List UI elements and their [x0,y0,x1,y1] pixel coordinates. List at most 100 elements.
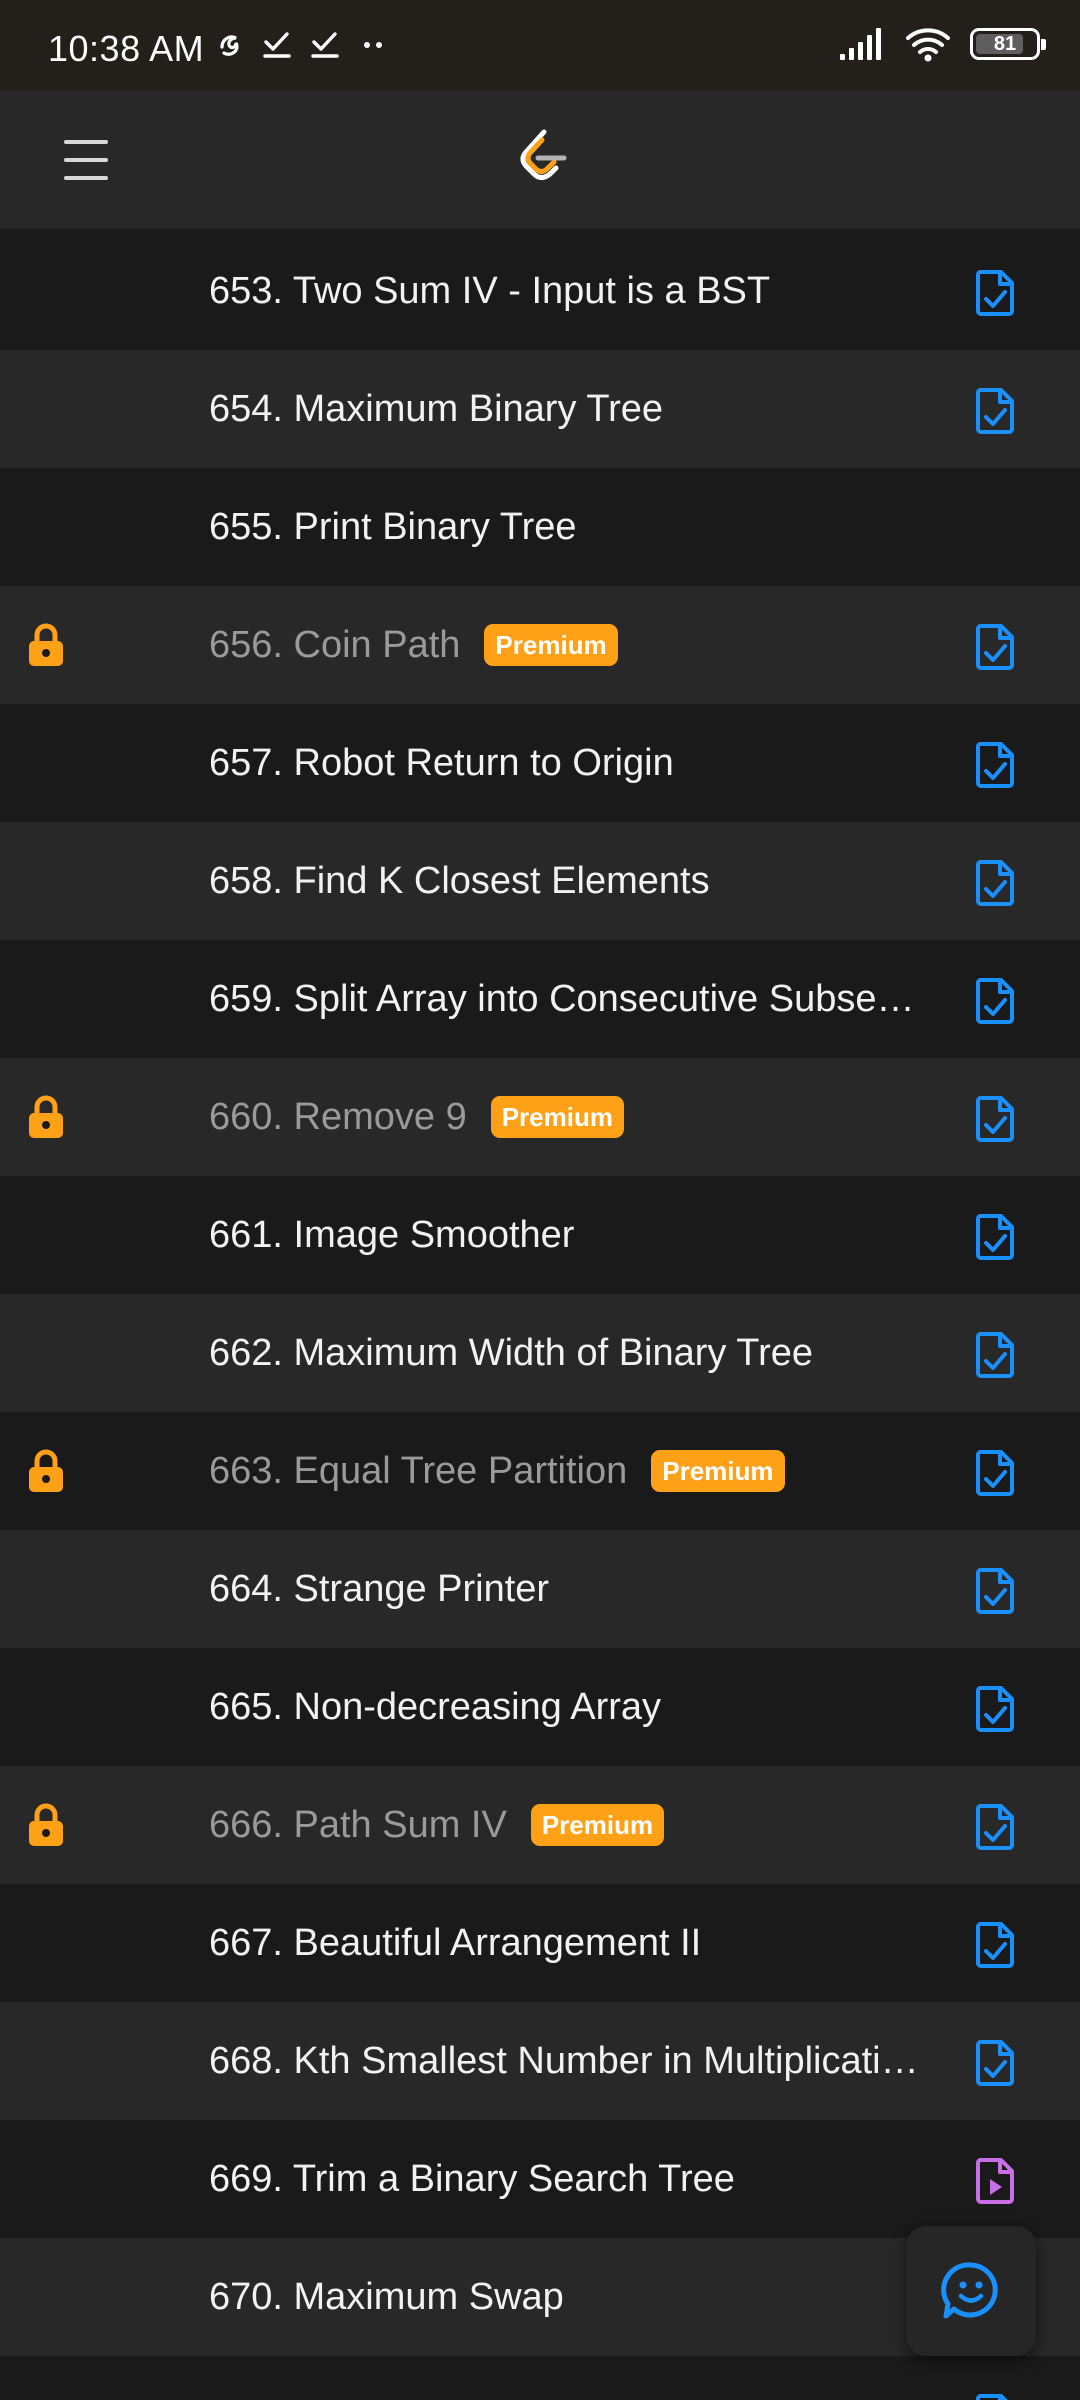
more-dots-icon [364,42,382,48]
check-icon [263,32,291,58]
wifi-icon [906,28,950,62]
premium-badge: Premium [490,1096,624,1138]
problem-title-group: 654. Maximum Binary Tree [209,350,663,468]
app-header [0,90,1080,230]
problem-title-group: 665. Non-decreasing Array [209,1648,661,1766]
notification-icon [220,35,239,56]
problem-title: 666. Path Sum IV [209,1803,507,1846]
problem-title: 663. Equal Tree Partition [209,1449,628,1492]
problem-title-group: 653. Two Sum IV - Input is a BST [209,232,770,350]
lock-icon [29,1095,63,1138]
lock-icon [29,623,63,666]
problem-row[interactable]: 654. Maximum Binary Tree [0,350,1080,468]
lock-icon [29,1803,63,1846]
problem-title-group: 659. Split Array into Consecutive Subse… [209,940,915,1058]
problem-row[interactable]: 663. Equal Tree Partition Premium [0,1412,1080,1530]
status-notification-icons [216,30,388,60]
problem-title-group: 670. Maximum Swap [209,2238,564,2356]
solution-doc-icon[interactable] [974,387,1016,435]
problem-title-group: 657. Robot Return to Origin [209,704,674,822]
problem-row[interactable]: 655. Print Binary Tree [0,468,1080,586]
problem-title: 654. Maximum Binary Tree [209,387,664,430]
problem-title: 659. Split Array into Consecutive Subse… [209,977,915,1020]
problem-row[interactable]: 661. Image Smoother [0,1176,1080,1294]
premium-badge: Premium [651,1450,785,1492]
problem-title-group: 666. Path Sum IV Premium [209,1766,665,1884]
status-bar: 10:38 AM 81 [0,0,1080,90]
solution-doc-icon[interactable] [974,1213,1016,1261]
status-system-icons: 81 [838,26,1046,62]
problem-row[interactable]: 665. Non-decreasing Array [0,1648,1080,1766]
problem-row[interactable]: 659. Split Array into Consecutive Subse… [0,940,1080,1058]
problem-title-group: 655. Print Binary Tree [209,468,577,586]
problem-row[interactable]: 669. Trim a Binary Search Tree [0,2120,1080,2238]
leetcode-logo[interactable] [514,126,570,188]
solution-doc-icon[interactable] [974,623,1016,671]
premium-badge: Premium [530,1804,665,1846]
problem-title-group: 669. Trim a Binary Search Tree [209,2120,735,2238]
solution-doc-icon[interactable] [974,741,1016,789]
problem-title: 653. Two Sum IV - Input is a BST [209,269,771,312]
solution-doc-icon[interactable] [974,1567,1016,1615]
problem-row[interactable]: 658. Find K Closest Elements [0,822,1080,940]
battery-icon: 81 [970,28,1046,60]
problem-title: 658. Find K Closest Elements [209,859,710,902]
problem-title: 664. Strange Printer [209,1567,550,1610]
problem-row[interactable] [0,2356,1080,2400]
problem-title: 669. Trim a Binary Search Tree [209,2157,735,2200]
solution-doc-icon[interactable] [974,2039,1016,2087]
problem-title: 660. Remove 9 [209,1095,467,1138]
problem-title-group: 664. Strange Printer [209,1530,549,1648]
problem-title-group: 662. Maximum Width of Binary Tree [209,1294,813,1412]
problem-title: 657. Robot Return to Origin [209,741,674,784]
problem-title: 670. Maximum Swap [209,2275,564,2318]
problem-title-group: 660. Remove 9 Premium [209,1058,624,1176]
problem-row[interactable]: 668. Kth Smallest Number in Multiplicati… [0,2002,1080,2120]
premium-badge: Premium [484,624,618,666]
problem-title: 668. Kth Smallest Number in Multiplicati… [209,2039,919,2082]
battery-level-text: 81 [993,32,1017,55]
problem-title-group: 663. Equal Tree Partition Premium [209,1412,785,1530]
solution-doc-icon[interactable] [974,1331,1016,1379]
menu-line [64,176,108,180]
problem-row[interactable]: 666. Path Sum IV Premium [0,1766,1080,1884]
problem-title: 661. Image Smoother [209,1213,575,1256]
problem-title: 667. Beautiful Arrangement II [209,1921,702,1964]
problem-title-group: 661. Image Smoother [209,1176,574,1294]
problem-row[interactable]: 664. Strange Printer [0,1530,1080,1648]
lock-icon [29,1449,63,1492]
chat-smiley-icon [941,2262,998,2319]
solution-doc-icon[interactable] [974,977,1016,1025]
hamburger-menu-icon[interactable] [60,134,112,186]
menu-line [64,158,108,162]
status-time: 10:38 AM [48,28,205,69]
problem-title-group: 667. Beautiful Arrangement II [209,1884,701,2002]
solution-doc-icon[interactable] [974,1803,1016,1851]
solution-doc-icon[interactable] [974,859,1016,907]
solution-doc-icon[interactable] [974,1685,1016,1733]
solution-doc-icon[interactable] [974,1449,1016,1497]
problem-list: 653. Two Sum IV - Input is a BST 654. Max… [0,232,1080,2400]
problem-title-group: 656. Coin Path Premium [209,586,618,704]
video-doc-icon[interactable] [974,2157,1016,2205]
problem-title-group: 658. Find K Closest Elements [209,822,710,940]
problem-title-group: 668. Kth Smallest Number in Multiplicati… [209,2002,919,2120]
problem-title: 655. Print Binary Tree [209,505,577,548]
menu-line [64,140,108,144]
feedback-chat-button[interactable] [906,2226,1036,2356]
solution-doc-icon[interactable] [974,2393,1016,2400]
problem-title: 665. Non-decreasing Array [209,1685,662,1728]
problem-title: 662. Maximum Width of Binary Tree [209,1331,813,1374]
problem-row[interactable]: 653. Two Sum IV - Input is a BST [0,232,1080,350]
solution-doc-icon[interactable] [974,1921,1016,1969]
signal-icon [840,28,881,60]
problem-row[interactable]: 657. Robot Return to Origin [0,704,1080,822]
problem-row[interactable]: 667. Beautiful Arrangement II [0,1884,1080,2002]
check-icon [311,32,339,58]
problem-row[interactable]: 656. Coin Path Premium [0,586,1080,704]
solution-doc-icon[interactable] [974,269,1016,317]
problem-row[interactable]: 662. Maximum Width of Binary Tree [0,1294,1080,1412]
problem-title: 656. Coin Path [209,623,461,666]
problem-row[interactable]: 660. Remove 9 Premium [0,1058,1080,1176]
solution-doc-icon[interactable] [974,1095,1016,1143]
